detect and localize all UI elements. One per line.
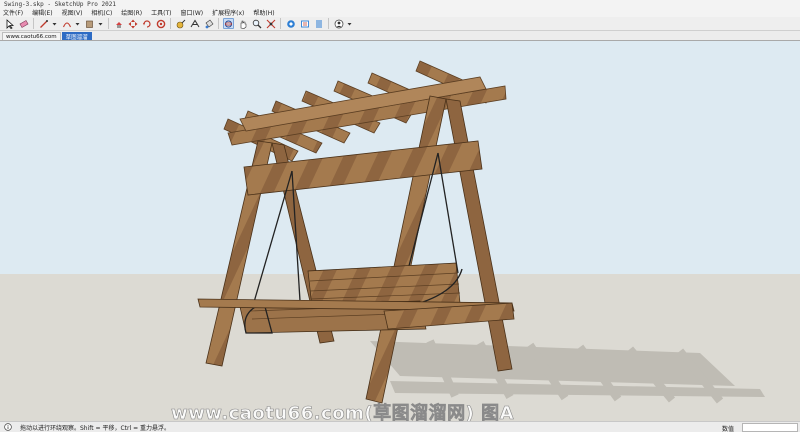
chevron-down-icon[interactable] — [98, 18, 103, 29]
orbit-icon[interactable] — [223, 18, 234, 29]
scale-icon[interactable] — [155, 18, 166, 29]
toolbar-separator — [280, 18, 281, 29]
pan-icon[interactable] — [237, 18, 248, 29]
chevron-down-icon[interactable] — [347, 18, 352, 29]
account-icon[interactable] — [333, 18, 344, 29]
tape-measure-icon[interactable] — [175, 18, 186, 29]
menu-edit[interactable]: 编辑(E) — [32, 8, 52, 17]
rotate-icon[interactable] — [141, 18, 152, 29]
info-icon[interactable] — [3, 423, 12, 432]
model-viewport[interactable] — [0, 40, 800, 421]
menu-bar: 文件(F) 编辑(E) 视图(V) 相机(C) 绘图(R) 工具(T) 窗口(W… — [0, 8, 800, 17]
eraser-icon[interactable] — [18, 18, 29, 29]
swing-model-scene — [0, 41, 800, 421]
toolbar-separator — [328, 18, 329, 29]
window-title: Swing-3.skp - SketchUp Pro 2021 — [4, 0, 116, 8]
measurements-label: 数值 — [722, 426, 735, 432]
toolbar-separator — [218, 18, 219, 29]
rectangle-icon[interactable] — [84, 18, 95, 29]
zoom-extents-icon[interactable] — [265, 18, 276, 29]
main-toolbar — [0, 17, 800, 31]
status-message: 拖动以进行环绕观察。Shift = 平移，Ctrl = 重力悬浮。 — [20, 424, 170, 432]
arc-icon[interactable] — [61, 18, 72, 29]
scene-tab[interactable]: www.caotu66.com — [2, 32, 61, 40]
menu-extensions[interactable]: 扩展程序(x) — [212, 8, 244, 17]
status-bar: 拖动以进行环绕观察。Shift = 平移，Ctrl = 重力悬浮。 数值 — [0, 421, 800, 432]
toolbar-separator — [108, 18, 109, 29]
chevron-down-icon[interactable] — [75, 18, 80, 29]
toolbar-separator — [170, 18, 171, 29]
menu-draw[interactable]: 绘图(R) — [121, 8, 142, 17]
line-icon[interactable] — [38, 18, 49, 29]
menu-tools[interactable]: 工具(T) — [151, 8, 171, 17]
text-icon[interactable] — [189, 18, 200, 29]
chevron-down-icon[interactable] — [52, 18, 57, 29]
menu-camera[interactable]: 相机(C) — [91, 8, 112, 17]
title-bar: Swing-3.skp - SketchUp Pro 2021 — [0, 0, 800, 8]
move-icon[interactable] — [127, 18, 138, 29]
toolbar-separator — [33, 18, 34, 29]
select-icon[interactable] — [4, 18, 15, 29]
scene-tab-bar: www.caotu66.com 草图溜溜 — [0, 31, 800, 41]
extension-warehouse-icon[interactable] — [299, 18, 310, 29]
paint-bucket-icon[interactable] — [203, 18, 214, 29]
measurements-input[interactable] — [742, 423, 798, 432]
layout-icon[interactable] — [313, 18, 324, 29]
menu-view[interactable]: 视图(V) — [62, 8, 83, 17]
menu-help[interactable]: 帮助(H) — [253, 8, 274, 17]
zoom-icon[interactable] — [251, 18, 262, 29]
push-pull-icon[interactable] — [113, 18, 124, 29]
menu-file[interactable]: 文件(F) — [3, 8, 23, 17]
warehouse-icon[interactable] — [285, 18, 296, 29]
menu-window[interactable]: 窗口(W) — [181, 8, 204, 17]
scene-tab-active[interactable]: 草图溜溜 — [61, 32, 92, 41]
